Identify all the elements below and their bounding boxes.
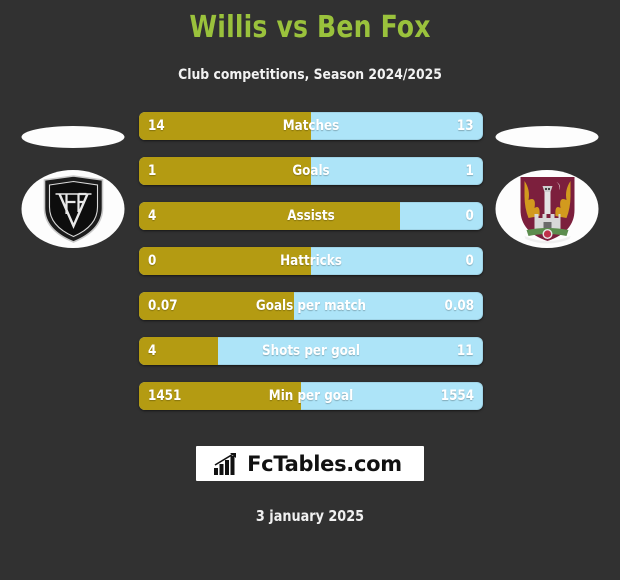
stat-row-hattricks: 0 Hattricks 0 <box>139 247 483 275</box>
player-comparison: 14 Matches 13 1 Goals 1 4 Assists 0 0 Ha… <box>0 112 620 432</box>
home-crest-container <box>21 170 125 248</box>
stat-row-shots-per-goal: 4 Shots per goal 11 <box>139 337 483 365</box>
stat-away-value: 0 <box>465 208 474 224</box>
stat-row-matches: 14 Matches 13 <box>139 112 483 140</box>
stat-row-goals: 1 Goals 1 <box>139 157 483 185</box>
stat-row-min-per-goal: 1451 Min per goal 1554 <box>139 382 483 410</box>
away-team-crest[interactable] <box>482 112 612 272</box>
stat-away-value: 1554 <box>440 388 474 404</box>
away-crest-container <box>495 170 599 248</box>
stat-row-assists: 4 Assists 0 <box>139 202 483 230</box>
stat-away-value: 1 <box>465 163 474 179</box>
shield-crest-monogram-icon <box>43 175 103 243</box>
stat-label: Hattricks <box>280 253 342 269</box>
stat-label: Matches <box>282 118 340 134</box>
stats-list: 14 Matches 13 1 Goals 1 4 Assists 0 0 Ha… <box>139 112 483 427</box>
crest-highlight-ellipse <box>495 126 599 148</box>
stat-label: Goals per match <box>255 298 367 314</box>
stat-label: Goals <box>292 163 330 179</box>
stat-label: Shots per goal <box>261 343 361 359</box>
page-header: Willis vs Ben Fox Club competitions, Sea… <box>0 0 620 83</box>
page-footer: FcTables.com 3 january 2025 <box>0 446 620 525</box>
fctables-logo[interactable]: FcTables.com <box>196 446 424 481</box>
home-team-crest[interactable] <box>8 112 138 272</box>
page-subtitle: Club competitions, Season 2024/2025 <box>178 67 442 83</box>
stat-away-value: 0 <box>465 253 474 269</box>
stat-label: Min per goal <box>268 388 354 404</box>
footer-date: 3 january 2025 <box>255 507 365 525</box>
bar-chart-icon <box>214 453 237 475</box>
stat-away-value: 0.08 <box>444 298 474 314</box>
page-title: Willis vs Ben Fox <box>189 10 431 45</box>
crest-highlight-ellipse <box>21 126 125 148</box>
stat-label: Assists <box>287 208 335 224</box>
stat-away-value: 13 <box>457 118 474 134</box>
logo-text: FcTables.com <box>247 452 402 476</box>
shield-crest-lions-castle-icon <box>520 177 574 244</box>
stat-row-goals-per-match: 0.07 Goals per match 0.08 <box>139 292 483 320</box>
stat-away-value: 11 <box>457 343 474 359</box>
